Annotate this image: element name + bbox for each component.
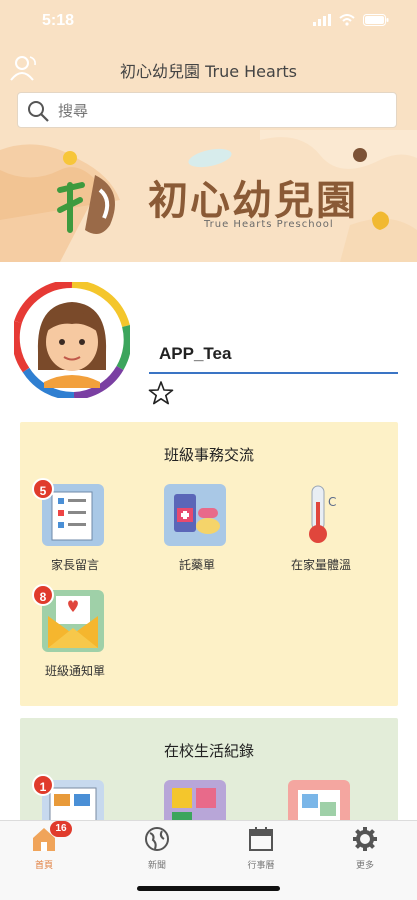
tile-label: 班級通知單 [44, 664, 105, 678]
app-header: 初心幼兒園 True Hearts [0, 48, 417, 88]
tab-label: 更多 [355, 861, 374, 871]
tile-class-notice[interactable]: 8 班級通知單 [20, 584, 130, 690]
svg-text:C: C [328, 495, 336, 509]
tile-temperature[interactable]: C 在家量體溫 [266, 484, 376, 584]
school-life-section: 在校生活紀錄 1 [20, 718, 398, 842]
banner-subtitle: True Hearts Preschool [204, 219, 334, 230]
search-icon [28, 101, 49, 122]
search-input[interactable] [58, 99, 378, 123]
status-icons [313, 14, 389, 26]
tab-more[interactable]: 更多 [335, 825, 395, 875]
badge-count: 5 [32, 478, 54, 500]
status-bar: 5:18 [0, 0, 417, 48]
favorite-star-icon[interactable] [148, 380, 174, 406]
banner: 初心幼兒園 True Hearts Preschool [0, 130, 417, 262]
user-section: APP_Tea [0, 262, 417, 412]
tile-label: 託藥單 [178, 558, 215, 572]
battery-icon [363, 14, 389, 26]
tab-label: 新聞 [147, 861, 166, 871]
badge-count: 8 [32, 584, 54, 606]
tab-news[interactable]: 新聞 [127, 825, 187, 875]
thermometer-icon: C [309, 485, 336, 543]
tab-calendar[interactable]: 行事曆 [231, 825, 291, 875]
header-area: 5:18 初心幼兒園 True Hearts 初心幼 [0, 0, 417, 262]
tile-medicine[interactable]: 託藥單 [142, 484, 252, 584]
tile-label: 家長留言 [50, 558, 99, 572]
tile-label: 在家量體溫 [290, 558, 351, 572]
globe-icon [145, 827, 169, 851]
home-indicator [137, 886, 280, 891]
tab-label: 首頁 [34, 861, 53, 871]
avatar[interactable] [14, 282, 130, 398]
app-title: 初心幼兒園 True Hearts [119, 62, 298, 81]
tab-home[interactable]: 16 首頁 [14, 821, 74, 875]
section-title: 班級事務交流 [163, 446, 254, 464]
badge-count: 1 [32, 774, 54, 796]
class-affairs-section: 班級事務交流 5 家長留言 託藥單 C 在家量體溫 8 班級通知單 [20, 422, 398, 706]
username: APP_Tea [159, 344, 232, 363]
calendar-icon [249, 827, 273, 851]
medicine-icon [164, 484, 226, 546]
status-time: 5:18 [42, 12, 75, 29]
username-underline [149, 372, 398, 374]
gear-icon [353, 827, 377, 851]
wifi-icon [339, 14, 355, 26]
section-title: 在校生活紀錄 [163, 742, 254, 760]
search-bar[interactable] [17, 92, 397, 128]
banner-title: 初心幼兒園 [148, 178, 358, 224]
signal-icon [313, 14, 331, 26]
tab-label: 行事曆 [247, 861, 275, 871]
tile-parent-message[interactable]: 5 家長留言 [20, 478, 130, 584]
tab-badge: 16 [50, 821, 72, 837]
